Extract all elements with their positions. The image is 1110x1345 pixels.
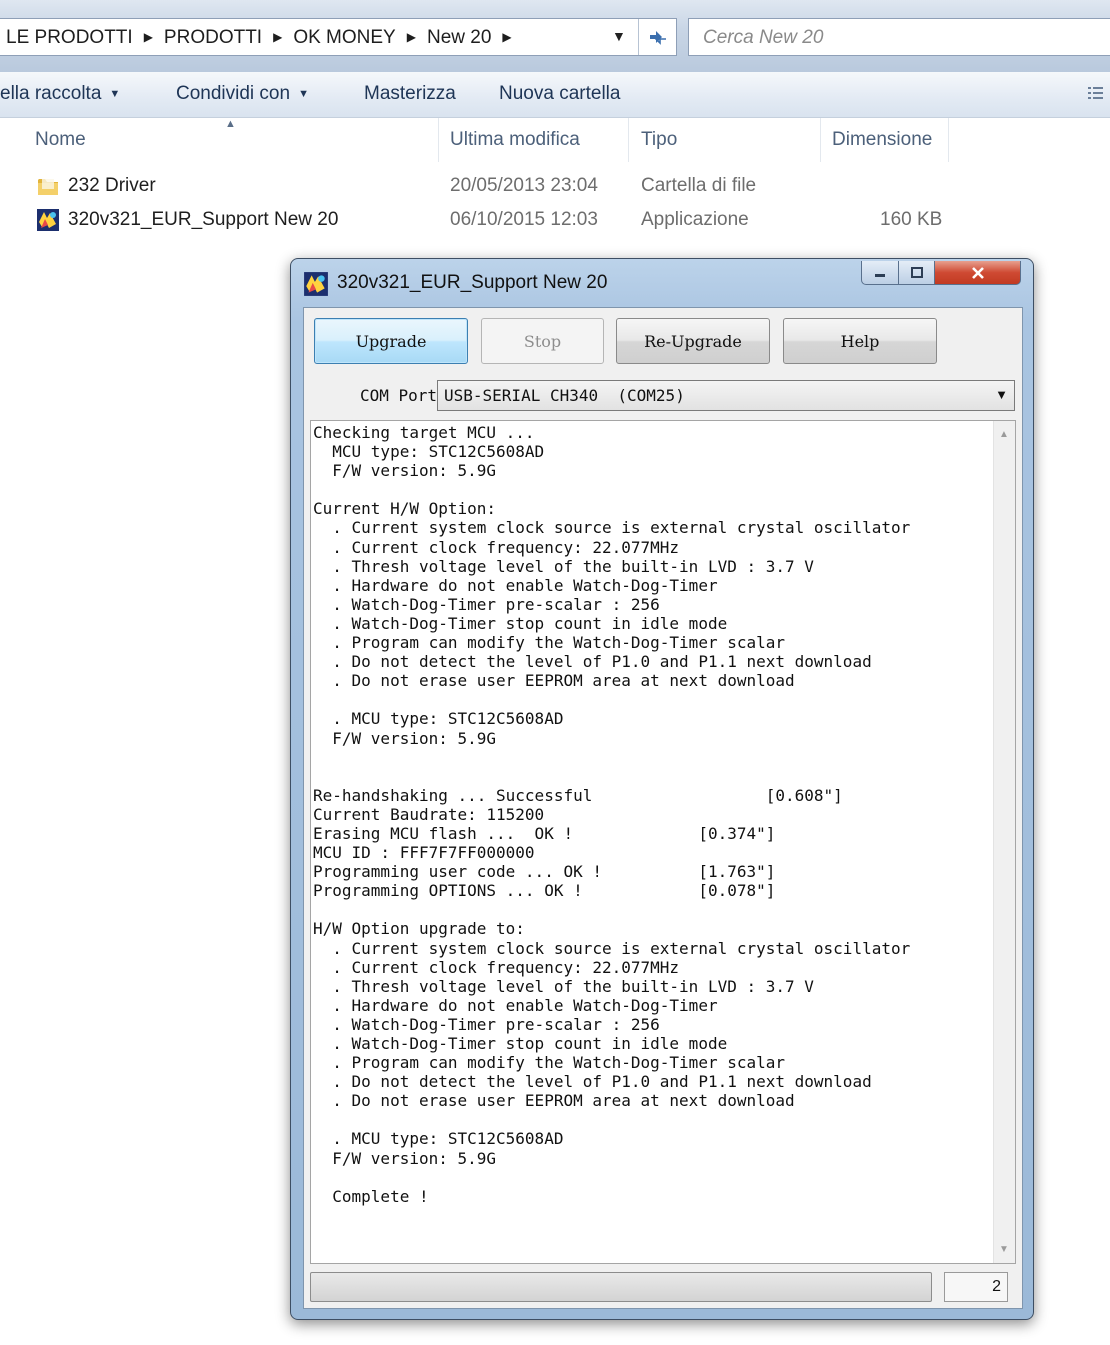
progress-bar [310,1272,932,1302]
column-headers: ▲ Nome Ultima modifica Tipo Dimensione [0,118,1110,162]
com-port-value: USB-SERIAL CH340 (COM25) [444,386,685,405]
com-port-select[interactable]: USB-SERIAL CH340 (COM25) ▼ [437,380,1015,411]
share-with-button[interactable]: Condividi con ▼ [176,83,309,105]
file-name: 320v321_EUR_Support New 20 [68,209,339,230]
stop-button[interactable]: Stop [481,318,604,364]
address-history-dropdown-icon[interactable]: ▼ [612,28,626,44]
new-folder-button[interactable]: Nuova cartella [499,83,620,105]
com-port-label: COM Port [360,386,438,405]
column-divider[interactable] [438,118,439,162]
breadcrumb-item[interactable]: PRODOTTI [164,27,262,49]
minimize-button[interactable] [861,261,899,285]
dialog-client-area: Upgrade Stop Re-Upgrade Help COM Port US… [303,307,1023,1309]
include-in-library-label: ella raccolta [0,83,102,104]
counter-field: 2 [944,1272,1008,1302]
command-bar: ella raccolta ▼ Condividi con ▼ Masterizza… [0,72,1110,118]
share-with-label: Condividi con [176,83,291,104]
column-header-modified[interactable]: Ultima modifica [450,129,580,151]
column-header-type[interactable]: Tipo [641,129,677,151]
chevron-right-icon[interactable]: ▶ [273,30,282,44]
help-button[interactable]: Help [783,318,937,364]
column-header-name[interactable]: Nome [35,129,86,151]
refresh-button[interactable] [638,19,676,55]
file-row[interactable]: 232 Driver 20/05/2013 23:04 Cartella di … [0,170,1110,202]
log-scrollbar[interactable]: ▲ ▼ [993,421,1015,1263]
upgrade-button[interactable]: Upgrade [314,318,468,364]
chevron-down-icon: ▼ [298,88,309,100]
maximize-icon [910,266,923,278]
column-header-size[interactable]: Dimensione [832,129,932,151]
chevron-right-icon[interactable]: ▶ [407,30,416,44]
chevron-down-icon: ▼ [109,88,121,100]
chevron-down-icon: ▼ [995,387,1008,402]
address-box[interactable]: LE PRODOTTI ▶ PRODOTTI ▶ OK MONEY ▶ New 20 ▶ ▼ [0,18,677,56]
column-divider[interactable] [948,118,949,162]
breadcrumb-item[interactable]: New 20 [427,27,491,49]
minimize-icon [875,273,885,277]
folder-icon [38,179,58,195]
search-placeholder: Cerca New 20 [703,27,824,48]
file-name: 232 Driver [68,175,156,196]
app-icon [304,272,328,296]
file-row[interactable]: 320v321_EUR_Support New 20 06/10/2015 12… [0,204,1110,236]
log-text: Checking target MCU ... MCU type: STC12C… [313,423,911,1206]
sort-ascending-icon: ▲ [225,118,236,130]
scroll-up-icon[interactable]: ▲ [999,429,1009,440]
scroll-down-icon[interactable]: ▼ [999,1244,1009,1255]
reupgrade-button[interactable]: Re-Upgrade [616,318,770,364]
view-options-icon[interactable] [1086,84,1106,104]
chevron-right-icon[interactable]: ▶ [144,30,153,44]
file-modified: 06/10/2015 12:03 [450,209,598,230]
breadcrumb-item[interactable]: LE PRODOTTI [6,27,133,49]
chevron-right-icon[interactable]: ▶ [502,30,511,44]
app-icon [37,209,59,231]
file-type: Applicazione [641,209,749,230]
file-type: Cartella di file [641,175,757,196]
burn-button[interactable]: Masterizza [364,83,456,105]
column-divider[interactable] [820,118,821,162]
file-size: 160 KB [880,209,943,230]
close-button[interactable] [935,261,1021,285]
include-in-library-button[interactable]: ella raccolta ▼ [0,83,120,105]
breadcrumb-item[interactable]: OK MONEY [293,27,395,49]
window-title: 320v321_EUR_Support New 20 [337,272,608,293]
file-modified: 20/05/2013 23:04 [450,175,598,196]
column-divider[interactable] [628,118,629,162]
upgrade-dialog-window: 320v321_EUR_Support New 20 Upgrade Stop … [290,258,1034,1320]
log-output[interactable]: Checking target MCU ... MCU type: STC12C… [310,420,1016,1264]
refresh-icon [649,31,666,45]
close-icon [971,266,984,279]
address-bar-area: LE PRODOTTI ▶ PRODOTTI ▶ OK MONEY ▶ New 20 ▶ ▼ … [0,0,1110,72]
maximize-button[interactable] [899,261,935,285]
breadcrumb: LE PRODOTTI ▶ PRODOTTI ▶ OK MONEY ▶ New 20 ▶ [6,27,523,49]
search-input[interactable]: Cerca New 20 [688,18,1110,56]
